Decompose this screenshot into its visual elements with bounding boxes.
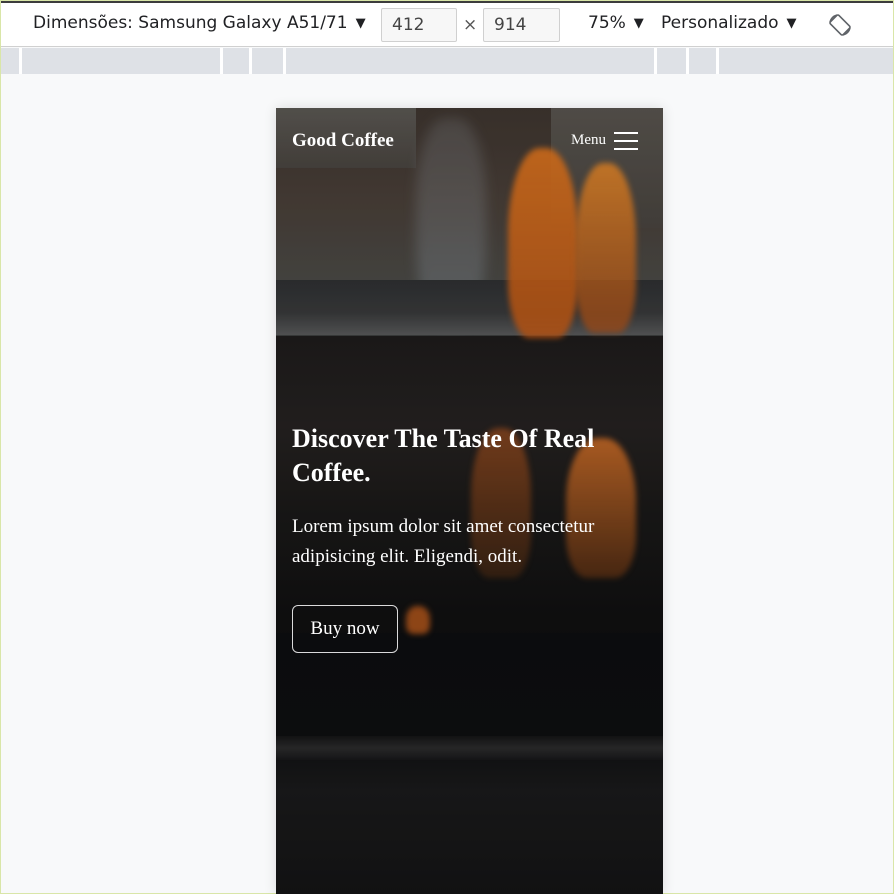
caret-down-icon: ▼ [633,15,644,31]
media-query-bar[interactable] [1,48,893,74]
times-symbol: × [463,15,478,35]
throttle-label: Personalizado [661,13,779,33]
ruler-tick [283,48,286,74]
ruler-tick [249,48,252,74]
ruler-tick [19,48,22,74]
menu-label: Menu [571,131,606,148]
ruler-tick [686,48,689,74]
device-toolbar: Dimensões: Samsung Galaxy A51/71 ▼ 412 ×… [1,1,893,47]
dimensions-label: Dimensões: Samsung Galaxy A51/71 [33,13,348,33]
zoom-dropdown[interactable]: 75% ▼ [588,13,644,33]
zoom-label: 75% [588,13,626,33]
buy-now-button[interactable]: Buy now [292,605,398,653]
caret-down-icon: ▼ [786,15,797,31]
hero-text: Lorem ipsum dolor sit amet consectetur a… [292,516,595,567]
rotate-icon[interactable] [827,12,853,38]
ruler-tick [716,48,719,74]
height-input[interactable]: 914 [483,8,560,42]
hamburger-icon [614,130,638,150]
throttle-dropdown[interactable]: Personalizado ▼ [661,13,797,33]
caret-down-icon: ▼ [355,15,366,31]
device-viewport: Good Coffee Menu Discover The Taste Of R… [276,108,663,894]
menu-button[interactable]: Menu [571,130,638,150]
brand-logo[interactable]: Good Coffee [292,130,394,152]
ruler-tick [220,48,223,74]
dimensions-dropdown[interactable]: Dimensões: Samsung Galaxy A51/71 ▼ [33,13,366,33]
width-input[interactable]: 412 [381,8,457,42]
hero-background-image [276,108,663,894]
ruler-tick [654,48,657,74]
hero-title: Discover The Taste Of Real Coffee. [292,424,595,487]
